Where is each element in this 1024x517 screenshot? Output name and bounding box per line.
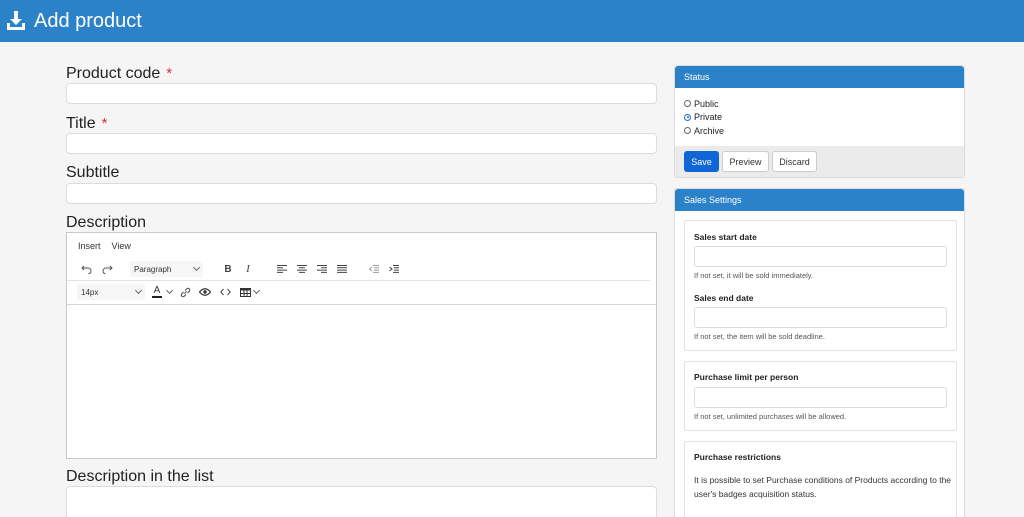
sales-start-date-label: Sales start date: [694, 232, 757, 242]
required-mark: *: [166, 65, 173, 82]
sales-dates-card: Sales start date If not set, it will be …: [684, 220, 957, 351]
text-color-button[interactable]: A: [151, 284, 163, 300]
editor-content-area[interactable]: [67, 305, 656, 458]
sales-start-date-input[interactable]: [694, 246, 947, 267]
editor-toolbar-row-2: 14px A: [77, 284, 261, 300]
italic-button[interactable]: I: [239, 261, 257, 277]
title-label-text: Title: [66, 115, 96, 132]
chevron-down-icon: [192, 263, 201, 272]
required-mark: *: [101, 115, 108, 132]
description-list-label: Description in the list: [66, 468, 214, 485]
sales-settings-title: Sales Settings: [675, 189, 964, 211]
table-icon[interactable]: [236, 284, 254, 300]
radio-archive[interactable]: Archive: [684, 124, 964, 138]
editor-menubar: Insert View: [78, 241, 131, 251]
radio-private[interactable]: Private: [684, 111, 964, 125]
sales-end-date-hint: If not set, the item will be sold deadli…: [694, 332, 825, 341]
font-size-select[interactable]: 14px: [77, 284, 145, 300]
title-label: Title *: [66, 115, 107, 133]
title-input[interactable]: [66, 133, 657, 154]
purchase-limit-card: Purchase limit per person If not set, un…: [684, 361, 957, 431]
block-format-select[interactable]: Paragraph: [130, 261, 203, 277]
menu-insert[interactable]: Insert: [78, 241, 101, 251]
page-title: Add product: [34, 9, 142, 32]
redo-icon[interactable]: [98, 261, 116, 277]
radio-selected-icon[interactable]: [684, 113, 691, 121]
editor-toolbar-row-1: Paragraph B I: [77, 261, 403, 277]
status-panel: Status Public Private Archive Save Previ…: [674, 65, 965, 178]
subtitle-input[interactable]: [66, 183, 657, 204]
sales-end-date-label: Sales end date: [694, 293, 754, 303]
sales-start-date-hint: If not set, it will be sold immediately.: [694, 271, 814, 280]
subtitle-label: Subtitle: [66, 164, 120, 181]
bold-button[interactable]: B: [219, 261, 237, 277]
radio-circle-icon[interactable]: [684, 100, 691, 108]
product-code-label: Product code *: [66, 65, 172, 83]
discard-button[interactable]: Discard: [772, 151, 817, 172]
indent-icon[interactable]: [385, 261, 403, 277]
radio-private-label: Private: [694, 112, 723, 123]
font-size-value: 14px: [81, 287, 99, 297]
purchase-limit-input[interactable]: [694, 387, 947, 408]
align-center-icon[interactable]: [293, 261, 311, 277]
source-code-icon[interactable]: [216, 284, 234, 300]
sales-end-date-input[interactable]: [694, 307, 947, 328]
status-panel-title: Status: [675, 66, 964, 88]
undo-icon[interactable]: [77, 261, 95, 277]
sales-settings-panel: Sales Settings Sales start date If not s…: [674, 188, 965, 517]
product-code-label-text: Product code: [66, 65, 161, 82]
toolbar-divider: [67, 280, 650, 281]
description-label: Description: [66, 214, 147, 231]
align-left-icon[interactable]: [273, 261, 291, 277]
chevron-down-icon[interactable]: [252, 286, 261, 295]
download-icon: [7, 11, 25, 30]
purchase-restrictions-card: Purchase restrictions It is possible to …: [684, 441, 957, 517]
radio-circle-icon[interactable]: [684, 127, 691, 135]
preview-button[interactable]: Preview: [722, 151, 769, 172]
radio-archive-label: Archive: [694, 125, 725, 136]
description-list-input[interactable]: [66, 486, 657, 517]
block-format-value: Paragraph: [134, 264, 172, 274]
purchase-limit-label: Purchase limit per person: [694, 372, 799, 382]
purchase-restrictions-text: It is possible to set Purchase condition…: [694, 475, 952, 499]
text-color-letter: A: [153, 285, 161, 296]
link-icon[interactable]: [176, 284, 194, 300]
app-header: Add product: [0, 0, 1024, 42]
outdent-icon[interactable]: [365, 261, 383, 277]
purchase-limit-hint: If not set, unlimited purchases will be …: [694, 412, 847, 421]
chevron-down-icon: [134, 286, 143, 295]
chevron-down-icon[interactable]: [165, 286, 174, 295]
rich-text-editor: Insert View Paragraph B I 14px A: [66, 232, 657, 459]
radio-public-label: Public: [694, 98, 719, 109]
purchase-restrictions-label: Purchase restrictions: [694, 452, 781, 462]
product-code-input[interactable]: [66, 83, 657, 104]
menu-view[interactable]: View: [112, 241, 131, 251]
save-button[interactable]: Save: [684, 151, 719, 172]
align-right-icon[interactable]: [313, 261, 331, 277]
status-actions: Save Preview Discard: [675, 146, 964, 177]
text-color-swatch: [152, 296, 162, 298]
radio-public[interactable]: Public: [684, 97, 964, 111]
preview-eye-icon[interactable]: [196, 284, 214, 300]
align-justify-icon[interactable]: [333, 261, 351, 277]
